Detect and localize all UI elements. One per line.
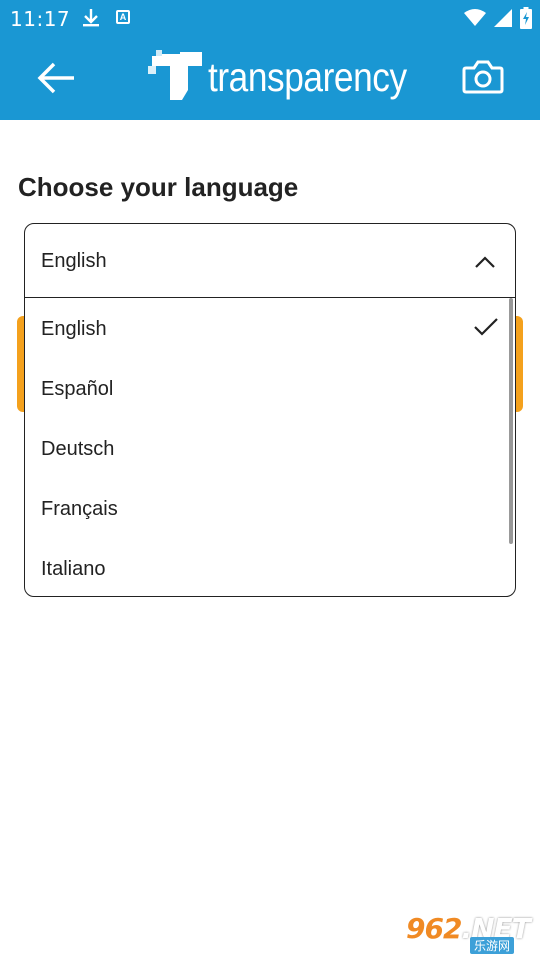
brand-name: transparency xyxy=(208,54,407,100)
option-label: Deutsch xyxy=(41,438,115,460)
language-options: English Español Deutsch Français Italian… xyxy=(25,298,515,596)
download-icon xyxy=(83,9,99,27)
option-label: Italiano xyxy=(41,558,106,580)
transparency-logo-icon xyxy=(148,50,202,100)
top-bar: 11:17 A transparency xyxy=(0,0,540,120)
dropdown-scrollbar[interactable] xyxy=(509,298,513,544)
language-option-deutsch[interactable]: Deutsch xyxy=(25,418,515,478)
watermark: 962.NET 乐游网 xyxy=(400,910,536,954)
a-notification-icon: A xyxy=(116,10,130,24)
back-arrow-icon xyxy=(37,62,74,94)
back-button[interactable] xyxy=(30,56,78,100)
status-right-icons xyxy=(464,6,532,30)
wifi-icon xyxy=(464,9,486,26)
battery-charging-icon xyxy=(520,7,532,29)
camera-button[interactable] xyxy=(458,56,508,100)
option-label: Español xyxy=(41,378,114,400)
language-dropdown: English English Español Deutsch Français… xyxy=(24,223,516,597)
check-icon xyxy=(474,318,498,336)
brand-logo: transparency xyxy=(148,50,407,110)
option-label: English xyxy=(41,318,107,340)
language-select[interactable]: English xyxy=(25,224,515,298)
watermark-subtext: 乐游网 xyxy=(470,937,515,954)
status-time: 11:17 xyxy=(10,7,71,31)
camera-icon xyxy=(462,60,504,94)
status-bar: 11:17 A xyxy=(0,0,540,36)
chevron-up-icon xyxy=(475,256,495,268)
language-option-italiano[interactable]: Italiano xyxy=(25,538,515,596)
watermark-main: 962 xyxy=(406,912,462,945)
selected-language: English xyxy=(41,250,107,272)
page-title: Choose your language xyxy=(18,172,299,202)
language-option-espanol[interactable]: Español xyxy=(25,358,515,418)
language-option-francais[interactable]: Français xyxy=(25,478,515,538)
signal-icon xyxy=(494,9,512,27)
option-label: Français xyxy=(41,498,118,520)
app-bar: transparency xyxy=(0,36,540,120)
language-option-english[interactable]: English xyxy=(25,298,515,358)
